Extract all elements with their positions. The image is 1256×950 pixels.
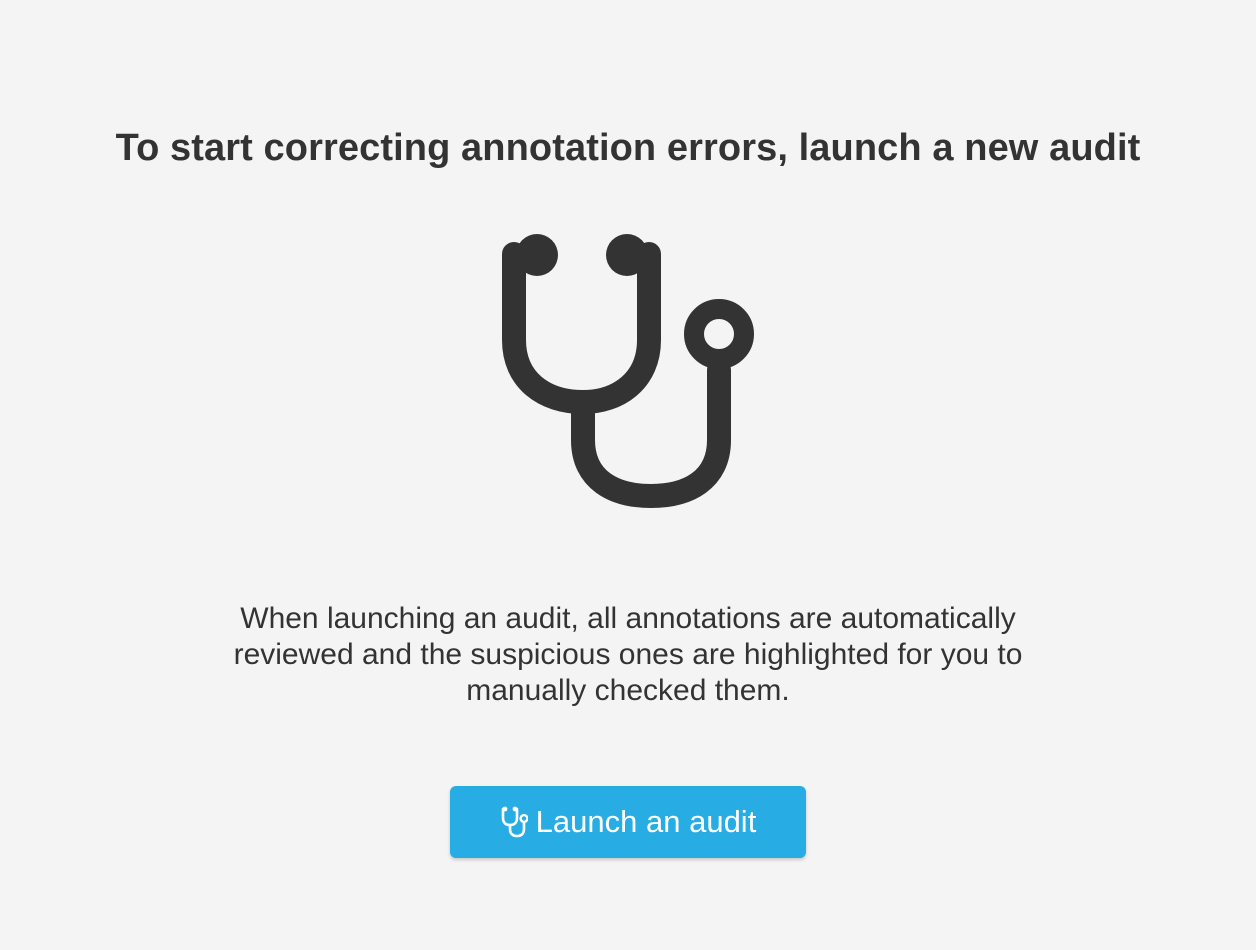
empty-state-page: To start correcting annotation errors, l… (0, 0, 1256, 950)
stethoscope-icon (501, 806, 528, 837)
description-text: When launching an audit, all annotations… (233, 602, 1023, 707)
stethoscope-icon (502, 234, 754, 508)
page-title: To start correcting annotation errors, l… (115, 127, 1141, 169)
launch-audit-button-label: Launch an audit (535, 804, 757, 839)
launch-audit-button[interactable]: Launch an audit (450, 786, 806, 858)
